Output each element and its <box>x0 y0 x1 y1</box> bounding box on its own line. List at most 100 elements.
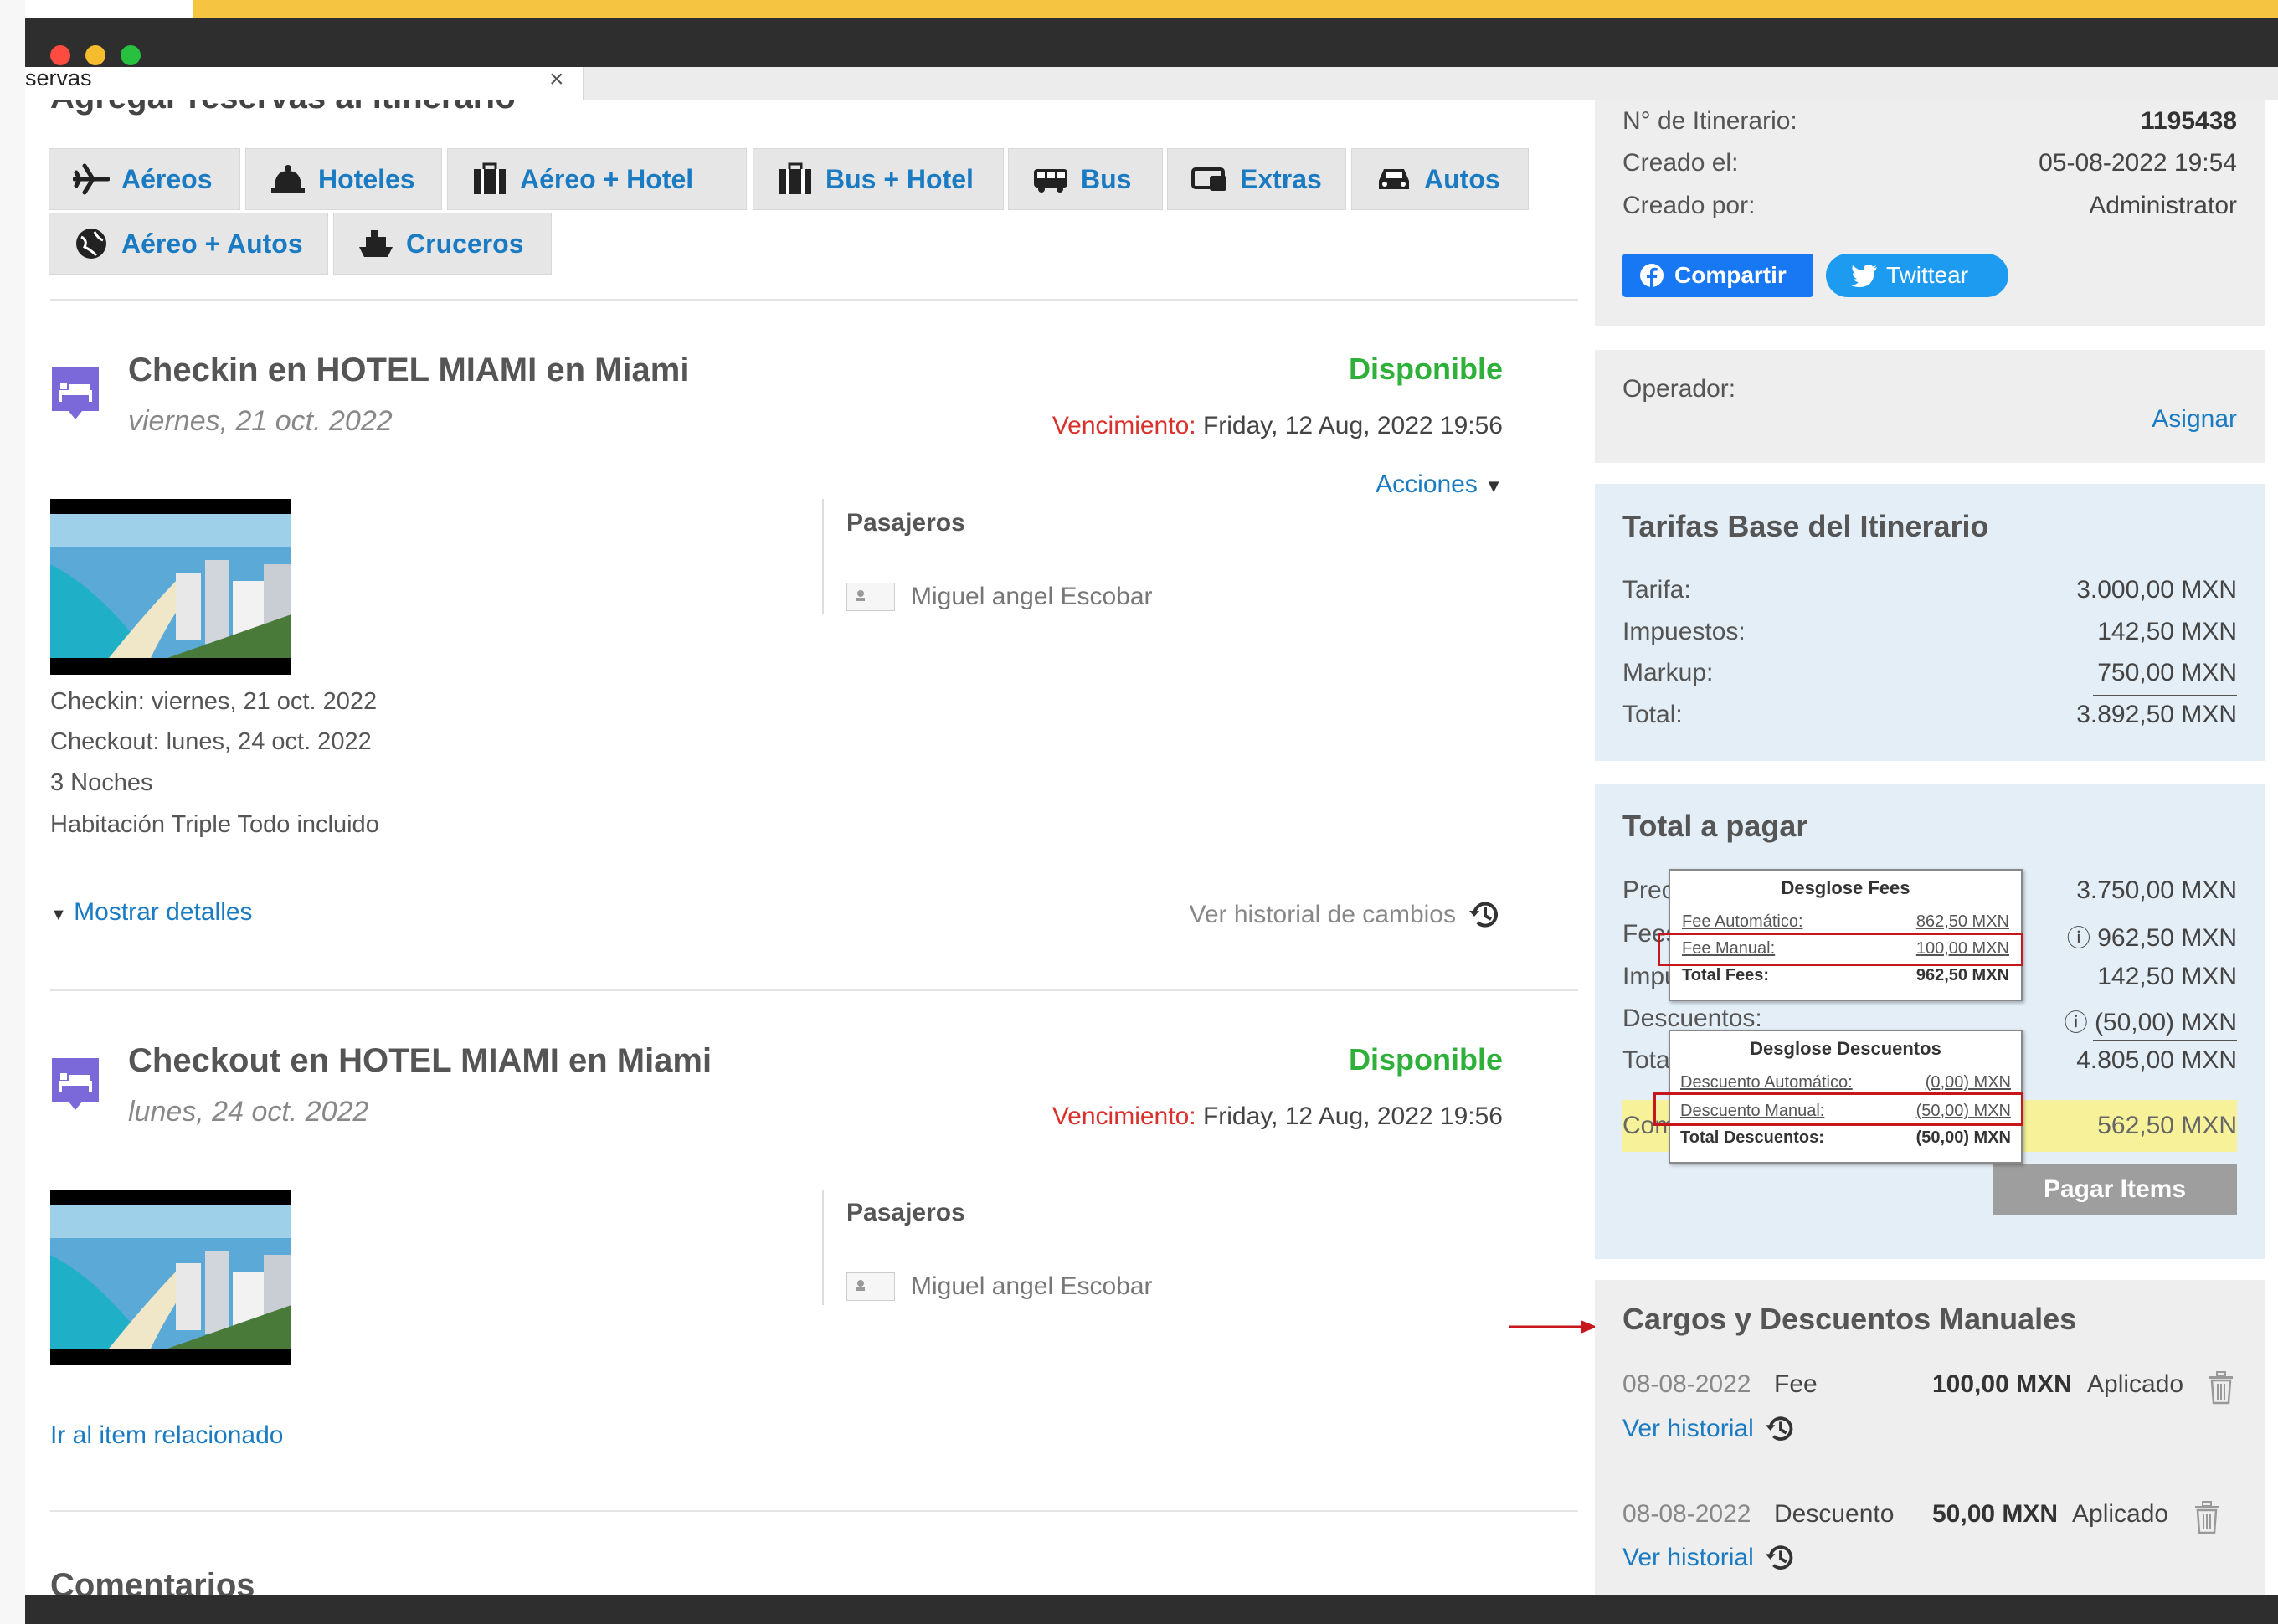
tab-close-icon[interactable]: × <box>549 65 564 94</box>
ticket-icon <box>1191 167 1226 191</box>
rate-value: 142,50 MXN <box>2097 618 2237 645</box>
expiry-label: Vencimiento: <box>1052 1102 1196 1130</box>
expiry-value: Friday, 12 Aug, 2022 19:56 <box>1202 1102 1503 1130</box>
tooltip-title: Desglose Fees <box>1781 877 1910 898</box>
pay-items-button[interactable]: Pagar Items <box>1993 1164 2237 1215</box>
minimize-window-dot[interactable] <box>85 45 105 65</box>
window-bottom-bar <box>25 1595 2278 1624</box>
charge-status: Aplicado <box>2072 1500 2169 1528</box>
twitter-icon <box>1851 265 1877 287</box>
service-label: Cruceros <box>406 228 524 259</box>
section-heading: Agregar reservas al itinerario <box>50 100 516 116</box>
service-button-aereo-hotel[interactable]: Aéreo + Hotel <box>447 148 747 210</box>
tooltip-title: Desglose Descuentos <box>1750 1038 1941 1059</box>
show-details-link[interactable]: ▼ Mostrar detalles <box>50 898 253 927</box>
assign-link[interactable]: Asignar <box>2152 405 2237 434</box>
share-facebook-button[interactable]: Compartir <box>1622 254 1813 297</box>
item-detail: Habitación Triple Todo incluido <box>50 811 379 838</box>
divider <box>50 1510 1578 1512</box>
service-button-bus[interactable]: Bus <box>1008 148 1163 210</box>
charge-amount: 100,00 MXN <box>1932 1370 2072 1398</box>
close-window-dot[interactable] <box>50 45 70 65</box>
total-row-value: 3.750,00 MXN <box>2076 876 2237 904</box>
hotel-item-icon <box>52 367 99 419</box>
arrow-icon <box>1509 1320 1597 1334</box>
itinerary-number-value: 1195438 <box>2140 107 2237 135</box>
created-by-value: Administrator <box>2089 192 2237 219</box>
highlight-box <box>1658 933 2023 966</box>
browser-tab[interactable]: servas × <box>25 65 584 101</box>
info-icon[interactable]: ⓘ <box>2067 925 2090 951</box>
total-row-value: 4.805,00 MXN <box>2076 1046 2237 1074</box>
created-value: 05-08-2022 19:54 <box>2039 149 2237 177</box>
total-row-value: 562,50 MXN <box>2097 1112 2237 1139</box>
comments-heading: Comentarios <box>50 1567 255 1595</box>
highlight-box <box>1653 1092 2023 1126</box>
view-history-link[interactable]: Ver historial <box>1622 1412 1797 1446</box>
total-row-value: ⓘ 962,50 MXN <box>2067 920 2237 953</box>
caret-down-icon: ▼ <box>1484 475 1503 496</box>
service-label: Aéreos <box>121 163 213 194</box>
service-label: Bus + Hotel <box>825 163 974 194</box>
background-accent-band <box>193 0 2278 18</box>
total-row-value: 142,50 MXN <box>2097 963 2237 990</box>
rate-label: Tarifa: <box>1622 576 1691 604</box>
trash-icon[interactable] <box>2206 1370 2236 1405</box>
history-icon <box>1765 1416 1793 1441</box>
caret-down-icon: ▼ <box>50 906 67 924</box>
service-button-cruceros[interactable]: Cruceros <box>333 213 552 275</box>
item-title: Checkin en HOTEL MIAMI en Miami <box>128 352 690 388</box>
tweet-button[interactable]: Twittear <box>1826 254 2008 297</box>
fees-value: 962,50 MXN <box>2097 924 2237 952</box>
actions-dropdown[interactable]: Acciones ▼ <box>1376 470 1503 499</box>
charge-type: Descuento <box>1774 1500 1895 1528</box>
divider <box>50 989 1578 991</box>
tooltip-row-label: Descuento Automático: <box>1680 1073 1853 1092</box>
service-label: Hoteles <box>318 163 415 194</box>
service-button-aereo-autos[interactable]: Aéreo + Autos <box>49 213 328 275</box>
passengers-heading: Pasajeros <box>846 509 965 537</box>
ship-icon <box>359 230 393 257</box>
discounts-value: (50,00) MXN <box>2094 1009 2237 1036</box>
view-history-link[interactable]: Ver historial <box>1622 1541 1797 1575</box>
bus-icon <box>1034 169 1067 193</box>
base-rates-title: Tarifas Base del Itinerario <box>1622 509 1989 543</box>
hotel-photo <box>50 1190 291 1365</box>
rate-value: 3.892,50 MXN <box>2076 701 2237 728</box>
item-date: lunes, 24 oct. 2022 <box>128 1096 369 1128</box>
passenger-icon <box>846 1272 895 1301</box>
service-button-extras[interactable]: Extras <box>1167 148 1346 210</box>
window-shadow <box>0 0 25 1624</box>
view-history-label: Ver historial <box>1622 1415 1754 1442</box>
base-rates-panel: Tarifas Base del Itinerario Tarifa: 3.00… <box>1595 484 2265 761</box>
service-label: Autos <box>1424 163 1500 194</box>
history-icon <box>1765 1545 1793 1570</box>
service-label: Extras <box>1240 163 1322 194</box>
tweet-label: Twittear <box>1886 262 1969 288</box>
total-title: Total a pagar <box>1622 809 1808 843</box>
service-button-hoteles[interactable]: Hoteles <box>245 148 442 210</box>
service-button-aereos[interactable]: Aéreos <box>49 148 240 210</box>
expiry-value: Friday, 12 Aug, 2022 19:56 <box>1202 412 1503 439</box>
item-title: Checkout en HOTEL MIAMI en Miami <box>128 1042 712 1079</box>
total-to-pay-panel: Total a pagar Precio 3.750,00 MXN Fees: … <box>1595 784 2265 1259</box>
history-link[interactable]: Ver historial de cambios <box>1190 897 1504 933</box>
tooltip-row-label: Total Fees: <box>1682 966 1770 984</box>
tab-title: servas <box>25 65 92 90</box>
service-button-bus-hotel[interactable]: Bus + Hotel <box>753 148 1004 210</box>
hotel-photo <box>50 499 291 675</box>
airplane-icon <box>73 163 110 195</box>
total-row-value: ⓘ (50,00) MXN <box>2065 1005 2237 1038</box>
column-separator <box>822 1190 824 1305</box>
luggage-icon <box>474 162 506 194</box>
rate-value: 750,00 MXN <box>2097 659 2237 686</box>
trash-icon[interactable] <box>2192 1499 2222 1534</box>
charge-date: 08-08-2022 <box>1622 1370 1751 1398</box>
operator-label: Operador: <box>1622 375 1736 403</box>
service-button-autos[interactable]: Autos <box>1351 148 1529 210</box>
info-icon[interactable]: ⓘ <box>2065 1010 2088 1036</box>
column-separator <box>822 499 824 614</box>
maximize-window-dot[interactable] <box>121 45 141 65</box>
related-item-link[interactable]: Ir al item relacionado <box>50 1421 283 1450</box>
actions-label: Acciones <box>1376 470 1478 498</box>
